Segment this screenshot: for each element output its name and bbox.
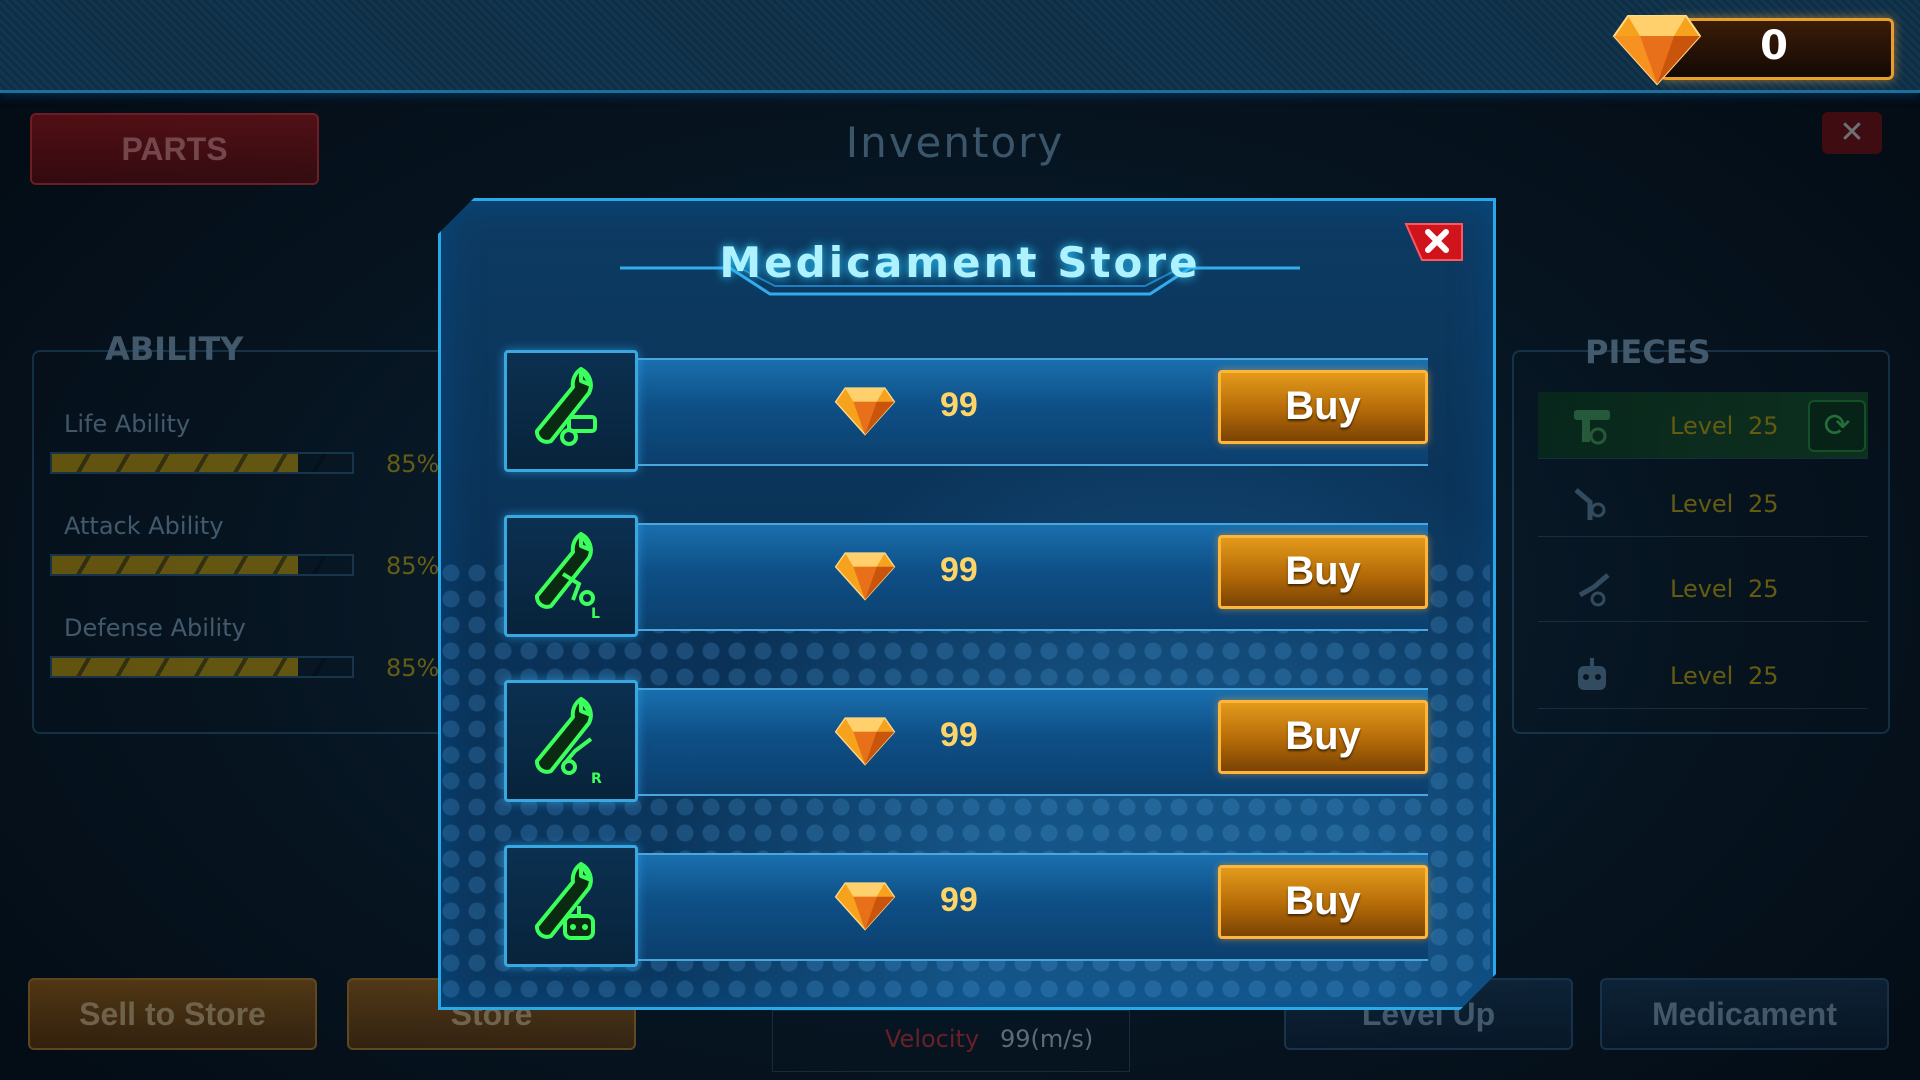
inventory-close-icon[interactable]: ✕ [1822, 112, 1882, 154]
store-item-row: 99 Buy [504, 845, 1428, 967]
dialog-title: Medicament Store [719, 238, 1201, 287]
item-price: 99 [940, 716, 978, 754]
pieces-title: PIECES [1585, 333, 1711, 371]
piece-level-label: Level [1670, 412, 1734, 440]
piece-row[interactable]: Level 25 [1538, 555, 1868, 622]
repair-arm-icon [535, 367, 597, 446]
ability-title: ABILITY [105, 330, 244, 368]
velocity-value: 99(m/s) [1000, 1025, 1094, 1053]
repair-robot-icon [535, 862, 595, 940]
gem-icon [834, 552, 896, 601]
velocity-label: Velocity [885, 1025, 980, 1053]
close-icon[interactable] [1402, 220, 1466, 264]
store-item-row: 99 Buy [504, 350, 1428, 472]
piece-row[interactable]: Level 25 [1538, 642, 1868, 709]
svg-text:R: R [591, 771, 602, 787]
item-icon-frame: L [504, 515, 638, 637]
piece-level-value: 25 [1748, 412, 1779, 440]
buy-button[interactable]: Buy [1218, 535, 1428, 609]
piece-level-label: Level [1670, 662, 1734, 690]
buy-button[interactable]: Buy [1218, 700, 1428, 774]
right-arm-icon [1578, 573, 1610, 607]
defense-ability-percent: 85% [386, 654, 440, 682]
piece-level-value: 25 [1748, 490, 1779, 518]
left-arm-icon [1574, 488, 1606, 520]
medicament-button[interactable]: Medicament [1600, 978, 1889, 1050]
item-icon-frame [504, 350, 638, 472]
life-ability-percent: 85% [386, 450, 440, 478]
life-ability-bar [50, 452, 354, 474]
piece-row[interactable]: Level 25 [1538, 470, 1868, 537]
defense-ability-bar [50, 656, 354, 678]
piece-level-value: 25 [1748, 575, 1779, 603]
gem-icon [834, 882, 896, 931]
store-item-row: R 99 Buy [504, 680, 1428, 802]
piece-level-value: 25 [1748, 662, 1779, 690]
gem-icon [1612, 15, 1702, 86]
defense-ability-label: Defense Ability [64, 614, 246, 642]
life-ability-label: Life Ability [64, 410, 191, 438]
svg-text:L: L [591, 606, 600, 622]
piece-row[interactable]: Level 25 ⟳ [1538, 392, 1868, 459]
piece-level-label: Level [1670, 490, 1734, 518]
sell-to-store-button[interactable]: Sell to Store [28, 978, 317, 1050]
gem-icon [834, 387, 896, 436]
inventory-title: Inventory [845, 118, 1065, 167]
item-price: 99 [940, 551, 978, 589]
repair-left-arm-icon: L [535, 532, 600, 622]
repair-right-arm-icon: R [535, 697, 602, 787]
item-icon-frame [504, 845, 638, 967]
gem-icon [834, 717, 896, 766]
store-item-row: L 99 Buy [504, 515, 1428, 637]
buy-button[interactable]: Buy [1218, 370, 1428, 444]
item-price: 99 [940, 386, 978, 424]
piece-level-label: Level [1670, 575, 1734, 603]
robot-head-icon [1578, 658, 1606, 690]
item-icon-frame: R [504, 680, 638, 802]
refresh-icon[interactable]: ⟳ [1808, 400, 1866, 452]
attack-ability-label: Attack Ability [64, 512, 224, 540]
arm-part-icon [1574, 410, 1610, 445]
item-price: 99 [940, 881, 978, 919]
buy-button[interactable]: Buy [1218, 865, 1428, 939]
attack-ability-percent: 85% [386, 552, 440, 580]
attack-ability-bar [50, 554, 354, 576]
parts-tab[interactable]: PARTS [30, 113, 319, 185]
